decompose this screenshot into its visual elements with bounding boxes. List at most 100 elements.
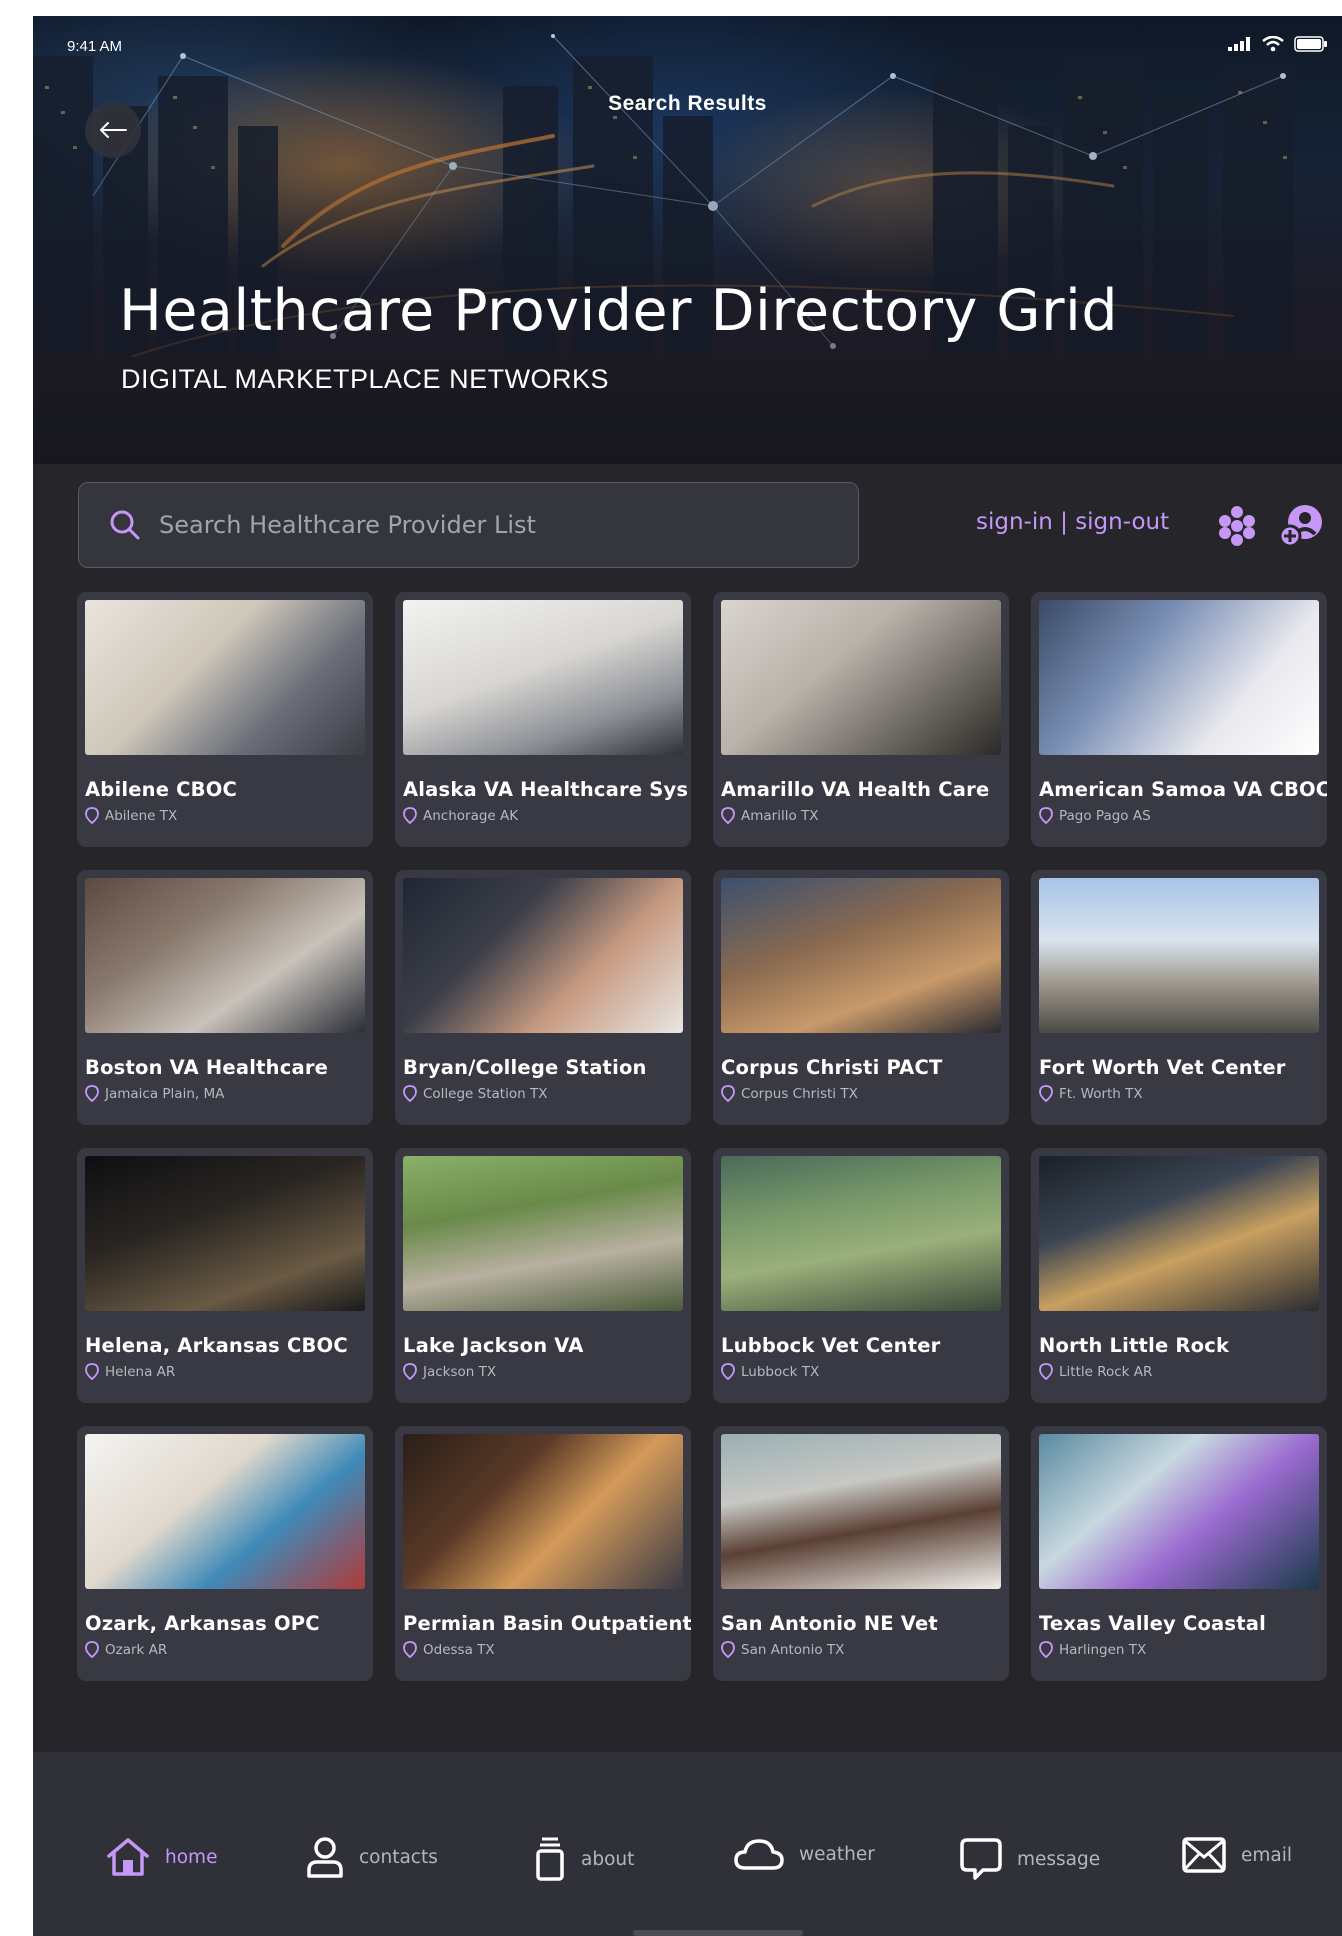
provider-name: Amarillo VA Health Care bbox=[721, 778, 990, 801]
provider-card[interactable]: Alaska VA Healthcare Sys Anchorage AK bbox=[395, 592, 691, 847]
provider-location: College Station TX bbox=[403, 1085, 683, 1102]
provider-photo bbox=[403, 1156, 683, 1311]
location-pin-icon bbox=[403, 807, 417, 824]
status-icons bbox=[1228, 36, 1328, 52]
tab-home-label: home bbox=[165, 1846, 218, 1868]
provider-location: Lubbock TX bbox=[721, 1363, 1001, 1380]
provider-name: Boston VA Healthcare bbox=[85, 1056, 329, 1079]
provider-name: North Little Rock bbox=[1039, 1334, 1230, 1357]
provider-card[interactable]: North Little Rock Little Rock AR bbox=[1031, 1148, 1327, 1403]
location-pin-icon bbox=[403, 1363, 417, 1380]
provider-card[interactable]: Corpus Christi PACT Corpus Christi TX bbox=[713, 870, 1009, 1125]
tab-message-label: message bbox=[1017, 1848, 1101, 1870]
provider-location: Pago Pago AS bbox=[1039, 807, 1319, 824]
provider-name: Permian Basin Outpatient bbox=[403, 1612, 691, 1635]
signal-icon bbox=[1228, 37, 1250, 51]
provider-location: San Antonio TX bbox=[721, 1641, 1001, 1658]
back-button[interactable] bbox=[85, 102, 141, 158]
provider-photo bbox=[721, 600, 1001, 755]
provider-card[interactable]: Ozark, Arkansas OPC Ozark AR bbox=[77, 1426, 373, 1681]
provider-card[interactable]: Bryan/College Station College Station TX bbox=[395, 870, 691, 1125]
provider-card[interactable]: Texas Valley Coastal Harlingen TX bbox=[1031, 1426, 1327, 1681]
provider-name: Fort Worth Vet Center bbox=[1039, 1056, 1286, 1079]
provider-grid: Abilene CBOC Abilene TX Alaska VA Health… bbox=[77, 592, 1333, 1681]
search-bar[interactable] bbox=[78, 482, 859, 568]
provider-location-text: Pago Pago AS bbox=[1059, 807, 1151, 824]
provider-location: Abilene TX bbox=[85, 807, 365, 824]
provider-card[interactable]: Lake Jackson VA Jackson TX bbox=[395, 1148, 691, 1403]
nav-title: Search Results bbox=[608, 92, 767, 115]
provider-card[interactable]: Abilene CBOC Abilene TX bbox=[77, 592, 373, 847]
tab-weather[interactable]: weather bbox=[733, 1836, 875, 1872]
bottom-tab-bar: home contacts about weather message emai… bbox=[33, 1752, 1342, 1936]
provider-location-text: Jamaica Plain, MA bbox=[105, 1085, 225, 1102]
provider-name: Texas Valley Coastal bbox=[1039, 1612, 1266, 1635]
provider-location-text: Corpus Christi TX bbox=[741, 1085, 858, 1102]
location-pin-icon bbox=[721, 1641, 735, 1658]
tab-about[interactable]: about bbox=[533, 1836, 634, 1882]
provider-photo bbox=[85, 878, 365, 1033]
hero-banner: 9:41 AM Search Results Healthcare Provid… bbox=[33, 16, 1342, 464]
provider-location-text: Helena AR bbox=[105, 1363, 176, 1380]
arrow-left-icon bbox=[100, 122, 127, 138]
user-icon bbox=[307, 1837, 343, 1878]
location-pin-icon bbox=[403, 1085, 417, 1102]
provider-photo bbox=[1039, 878, 1319, 1033]
location-pin-icon bbox=[85, 807, 99, 824]
provider-card[interactable]: Lubbock Vet Center Lubbock TX bbox=[713, 1148, 1009, 1403]
tab-email[interactable]: email bbox=[1181, 1836, 1292, 1874]
provider-card[interactable]: Boston VA Healthcare Jamaica Plain, MA bbox=[77, 870, 373, 1125]
location-pin-icon bbox=[85, 1363, 99, 1380]
provider-location: Ozark AR bbox=[85, 1641, 365, 1658]
provider-photo bbox=[85, 1434, 365, 1589]
search-input[interactable] bbox=[159, 511, 759, 539]
provider-card[interactable]: Fort Worth Vet Center Ft. Worth TX bbox=[1031, 870, 1327, 1125]
location-pin-icon bbox=[721, 807, 735, 824]
provider-photo bbox=[403, 878, 683, 1033]
provider-location-text: Harlingen TX bbox=[1059, 1641, 1147, 1658]
tab-contacts[interactable]: contacts bbox=[305, 1836, 438, 1878]
provider-location: Anchorage AK bbox=[403, 807, 683, 824]
provider-card[interactable]: San Antonio NE Vet San Antonio TX bbox=[713, 1426, 1009, 1681]
provider-photo bbox=[403, 600, 683, 755]
search-icon bbox=[110, 510, 140, 540]
home-indicator bbox=[633, 1930, 803, 1936]
provider-photo bbox=[1039, 600, 1319, 755]
add-profile-icon[interactable] bbox=[1277, 502, 1325, 550]
status-time: 9:41 AM bbox=[67, 38, 123, 55]
envelope-icon bbox=[1182, 1837, 1226, 1873]
provider-name: Abilene CBOC bbox=[85, 778, 238, 801]
provider-location-text: Amarillo TX bbox=[741, 807, 819, 824]
provider-photo bbox=[1039, 1434, 1319, 1589]
location-pin-icon bbox=[85, 1641, 99, 1658]
provider-location: Harlingen TX bbox=[1039, 1641, 1319, 1658]
tab-message[interactable]: message bbox=[959, 1836, 1100, 1882]
provider-location-text: Jackson TX bbox=[423, 1363, 497, 1380]
provider-card[interactable]: American Samoa VA CBOC Pago Pago AS bbox=[1031, 592, 1327, 847]
location-pin-icon bbox=[403, 1641, 417, 1658]
tab-home[interactable]: home bbox=[105, 1836, 217, 1878]
provider-card[interactable]: Helena, Arkansas CBOC Helena AR bbox=[77, 1148, 373, 1403]
apps-grid-icon[interactable] bbox=[1215, 504, 1259, 548]
provider-name: Ozark, Arkansas OPC bbox=[85, 1612, 320, 1635]
provider-location-text: Lubbock TX bbox=[741, 1363, 820, 1380]
provider-name: American Samoa VA CBOC bbox=[1039, 778, 1327, 801]
provider-name: Corpus Christi PACT bbox=[721, 1056, 943, 1079]
provider-photo bbox=[721, 1156, 1001, 1311]
provider-location-text: Ozark AR bbox=[105, 1641, 168, 1658]
page-title: Healthcare Provider Directory Grid bbox=[119, 278, 1119, 344]
provider-card[interactable]: Amarillo VA Health Care Amarillo TX bbox=[713, 592, 1009, 847]
provider-location: Helena AR bbox=[85, 1363, 365, 1380]
provider-name: Alaska VA Healthcare Sys bbox=[403, 778, 689, 801]
tab-contacts-label: contacts bbox=[359, 1846, 438, 1868]
cloud-icon bbox=[734, 1839, 784, 1870]
sign-in-out-link[interactable]: sign-in | sign-out bbox=[976, 509, 1169, 535]
location-pin-icon bbox=[1039, 807, 1053, 824]
provider-name: Lubbock Vet Center bbox=[721, 1334, 941, 1357]
location-pin-icon bbox=[1039, 1363, 1053, 1380]
provider-card[interactable]: Permian Basin Outpatient Odessa TX bbox=[395, 1426, 691, 1681]
tab-weather-label: weather bbox=[799, 1843, 875, 1865]
location-pin-icon bbox=[85, 1085, 99, 1102]
provider-photo bbox=[403, 1434, 683, 1589]
provider-location: Little Rock AR bbox=[1039, 1363, 1319, 1380]
